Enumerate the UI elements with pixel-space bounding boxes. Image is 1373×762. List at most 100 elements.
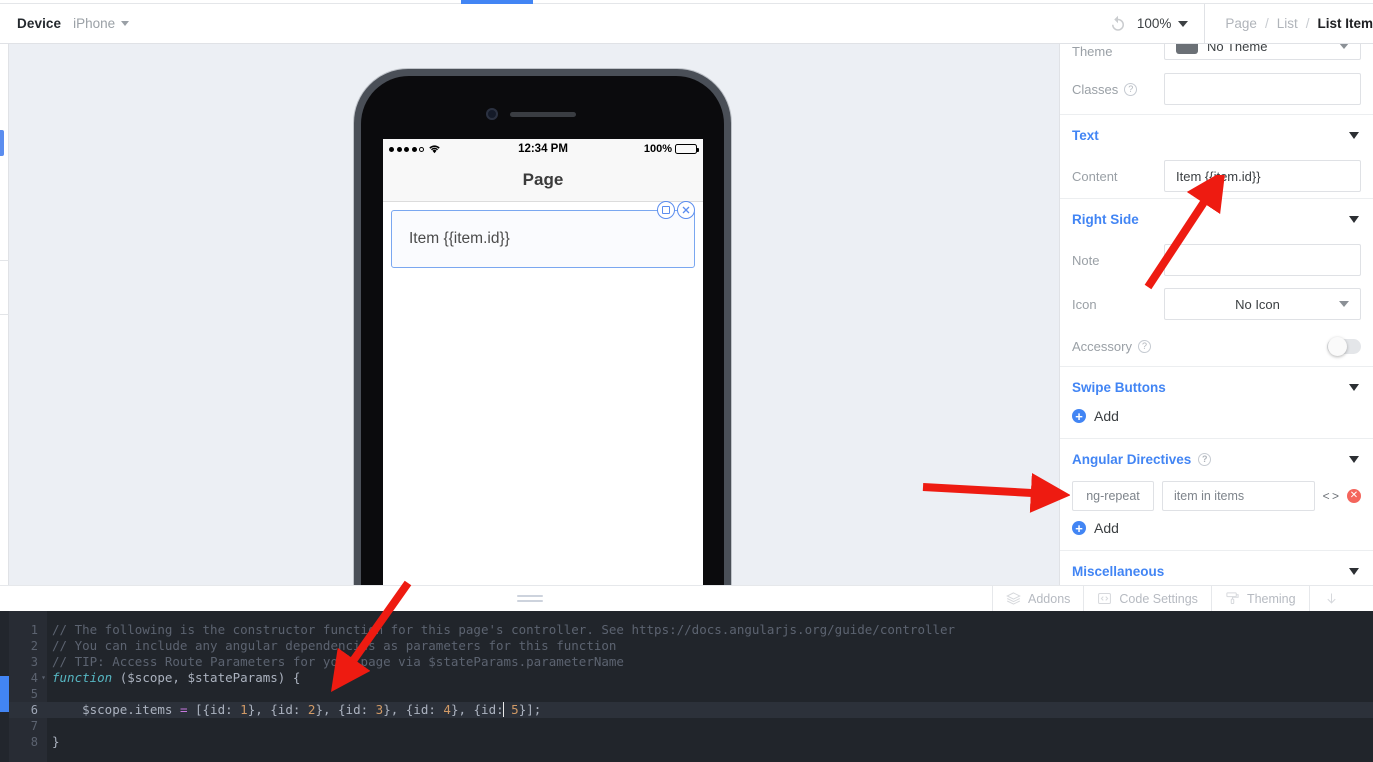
- classes-input[interactable]: [1164, 73, 1361, 105]
- addons-button[interactable]: Addons: [992, 586, 1085, 611]
- theme-row[interactable]: Theme No Theme: [1060, 44, 1373, 64]
- content-row[interactable]: Content Item {{item.id}}: [1060, 154, 1373, 198]
- chevron-down-icon[interactable]: [121, 21, 130, 26]
- duplicate-icon[interactable]: [657, 201, 675, 219]
- device-selector[interactable]: Device iPhone: [0, 4, 130, 43]
- code-brackets-icon[interactable]: < >: [1323, 489, 1339, 503]
- icon-select[interactable]: No Icon: [1164, 288, 1361, 320]
- code-line-text: // The following is the constructor func…: [52, 622, 956, 637]
- theming-button[interactable]: Theming: [1212, 586, 1310, 611]
- ios-status-bar: 12:34 PM 100%: [383, 139, 703, 159]
- zoom-level[interactable]: 100%: [1137, 16, 1172, 31]
- chevron-down-icon[interactable]: [1349, 216, 1359, 223]
- chevron-down-icon[interactable]: [1349, 568, 1359, 575]
- preview-canvas[interactable]: 12:34 PM 100% Page Item {{item.id}}: [9, 44, 1059, 585]
- selected-list-item[interactable]: Item {{item.id}}: [391, 201, 695, 268]
- chevron-down-icon[interactable]: [1339, 44, 1349, 49]
- rail-active-marker[interactable]: [0, 130, 4, 156]
- note-row[interactable]: Note: [1060, 238, 1373, 282]
- note-label: Note: [1072, 252, 1100, 268]
- section-title-miscellaneous: Miscellaneous: [1072, 564, 1165, 579]
- swipe-buttons-add-label: Add: [1094, 408, 1119, 424]
- line-number-active: 6: [9, 702, 47, 718]
- status-bar-right: 100%: [605, 143, 699, 155]
- code-line: }: [47, 734, 1373, 750]
- accessory-toggle[interactable]: [1327, 336, 1361, 356]
- note-input[interactable]: [1164, 244, 1361, 276]
- phone-camera-icon: [486, 108, 498, 120]
- theme-value: No Theme: [1207, 44, 1268, 54]
- icon-value: No Icon: [1235, 296, 1280, 312]
- code-line-active: $scope.items = [{id: 1}, {id: 2}, {id: 3…: [47, 702, 1373, 718]
- angular-directives-add-button[interactable]: + Add: [1060, 518, 1373, 550]
- preview-page-title: Page: [522, 170, 564, 189]
- chevron-down-icon[interactable]: [1349, 456, 1359, 463]
- accessory-row[interactable]: Accessory ?: [1060, 326, 1373, 366]
- help-icon[interactable]: ?: [1124, 82, 1138, 96]
- preview-navbar: Page: [383, 159, 703, 202]
- line-number: 4 ▾: [30, 670, 46, 686]
- chevron-down-icon[interactable]: [1349, 132, 1359, 139]
- section-title-angular-directives: Angular Directives ?: [1072, 452, 1212, 467]
- chevron-down-icon[interactable]: [1349, 384, 1359, 391]
- device-value: iPhone: [73, 16, 116, 31]
- code-settings-label: Code Settings: [1119, 591, 1198, 606]
- breadcrumb-item-list[interactable]: List: [1277, 16, 1298, 31]
- breadcrumb-item-page[interactable]: Page: [1225, 16, 1257, 31]
- code-editor[interactable]: 1 2 3 4 ▾ 5 6 7 8 // The following is the…: [0, 611, 1373, 762]
- properties-sidebar[interactable]: Theme No Theme Classes ? Text Content It…: [1059, 44, 1373, 585]
- code-settings-button[interactable]: Code Settings: [1084, 586, 1212, 611]
- close-icon[interactable]: [677, 201, 695, 219]
- paint-roller-icon: [1226, 592, 1239, 604]
- directive-key-input[interactable]: ng-repeat: [1072, 481, 1154, 511]
- editor-gutter: 1 2 3 4 ▾ 5 6 7 8: [9, 611, 47, 762]
- swipe-buttons-add-button[interactable]: + Add: [1060, 406, 1373, 438]
- content-input[interactable]: Item {{item.id}}: [1164, 160, 1361, 192]
- section-title-text: Text: [1072, 128, 1099, 143]
- content-label: Content: [1072, 168, 1118, 184]
- section-title-swipe-buttons: Swipe Buttons: [1072, 380, 1166, 395]
- editor-code-area[interactable]: // The following is the constructor func…: [47, 611, 1373, 762]
- status-bar-left: [389, 144, 481, 154]
- icon-row[interactable]: Icon No Icon: [1060, 282, 1373, 326]
- chevron-down-icon[interactable]: [1178, 20, 1189, 27]
- theme-swatch: [1176, 44, 1198, 54]
- angular-directives-add-label: Add: [1094, 520, 1119, 536]
- help-icon[interactable]: ?: [1198, 453, 1212, 466]
- section-header-right-side[interactable]: Right Side: [1060, 198, 1373, 238]
- fold-icon[interactable]: ▾: [41, 670, 46, 686]
- classes-row[interactable]: Classes ?: [1060, 64, 1373, 114]
- rail-divider: [0, 314, 9, 315]
- battery-percent: 100%: [643, 143, 672, 155]
- editor-active-marker: [0, 676, 9, 712]
- plus-circle-icon: +: [1072, 521, 1086, 535]
- zoom-controls: 100%: [1109, 15, 1205, 33]
- drag-handle-icon[interactable]: [516, 594, 543, 602]
- icon-label: Icon: [1072, 296, 1097, 312]
- theme-select[interactable]: No Theme: [1164, 44, 1361, 60]
- breadcrumb-item-list-item[interactable]: List Item: [1317, 16, 1373, 31]
- code-line-text: // You can include any angular dependenc…: [52, 638, 617, 653]
- section-header-miscellaneous[interactable]: Miscellaneous: [1060, 550, 1373, 585]
- help-icon[interactable]: ?: [1137, 339, 1151, 353]
- directive-row[interactable]: ng-repeat item in items < > ✕: [1060, 478, 1373, 518]
- delete-circle-icon[interactable]: ✕: [1347, 489, 1361, 503]
- bottom-toolbar: Addons Code Settings Theming: [992, 585, 1373, 611]
- list-item-label: Item {{item.id}}: [409, 230, 510, 247]
- section-header-text[interactable]: Text: [1060, 114, 1373, 154]
- panel-resize-handle[interactable]: [0, 585, 1059, 610]
- chevron-down-icon[interactable]: [1339, 301, 1349, 307]
- classes-label-group: Classes ?: [1072, 82, 1164, 97]
- wifi-icon: [429, 145, 440, 154]
- phone-screen[interactable]: 12:34 PM 100% Page Item {{item.id}}: [383, 139, 703, 585]
- section-header-angular-directives[interactable]: Angular Directives ?: [1060, 438, 1373, 478]
- line-number: 8: [30, 735, 38, 749]
- device-label: Device: [17, 16, 62, 31]
- collapse-panel-button[interactable]: [1310, 586, 1353, 611]
- directive-value-input[interactable]: item in items: [1162, 481, 1315, 511]
- arrow-down-icon: [1326, 593, 1336, 604]
- section-header-swipe-buttons[interactable]: Swipe Buttons: [1060, 366, 1373, 406]
- rotate-icon[interactable]: [1109, 15, 1127, 33]
- breadcrumb: Page / List / List Item: [1205, 16, 1373, 31]
- preview-body[interactable]: Item {{item.id}}: [383, 201, 703, 585]
